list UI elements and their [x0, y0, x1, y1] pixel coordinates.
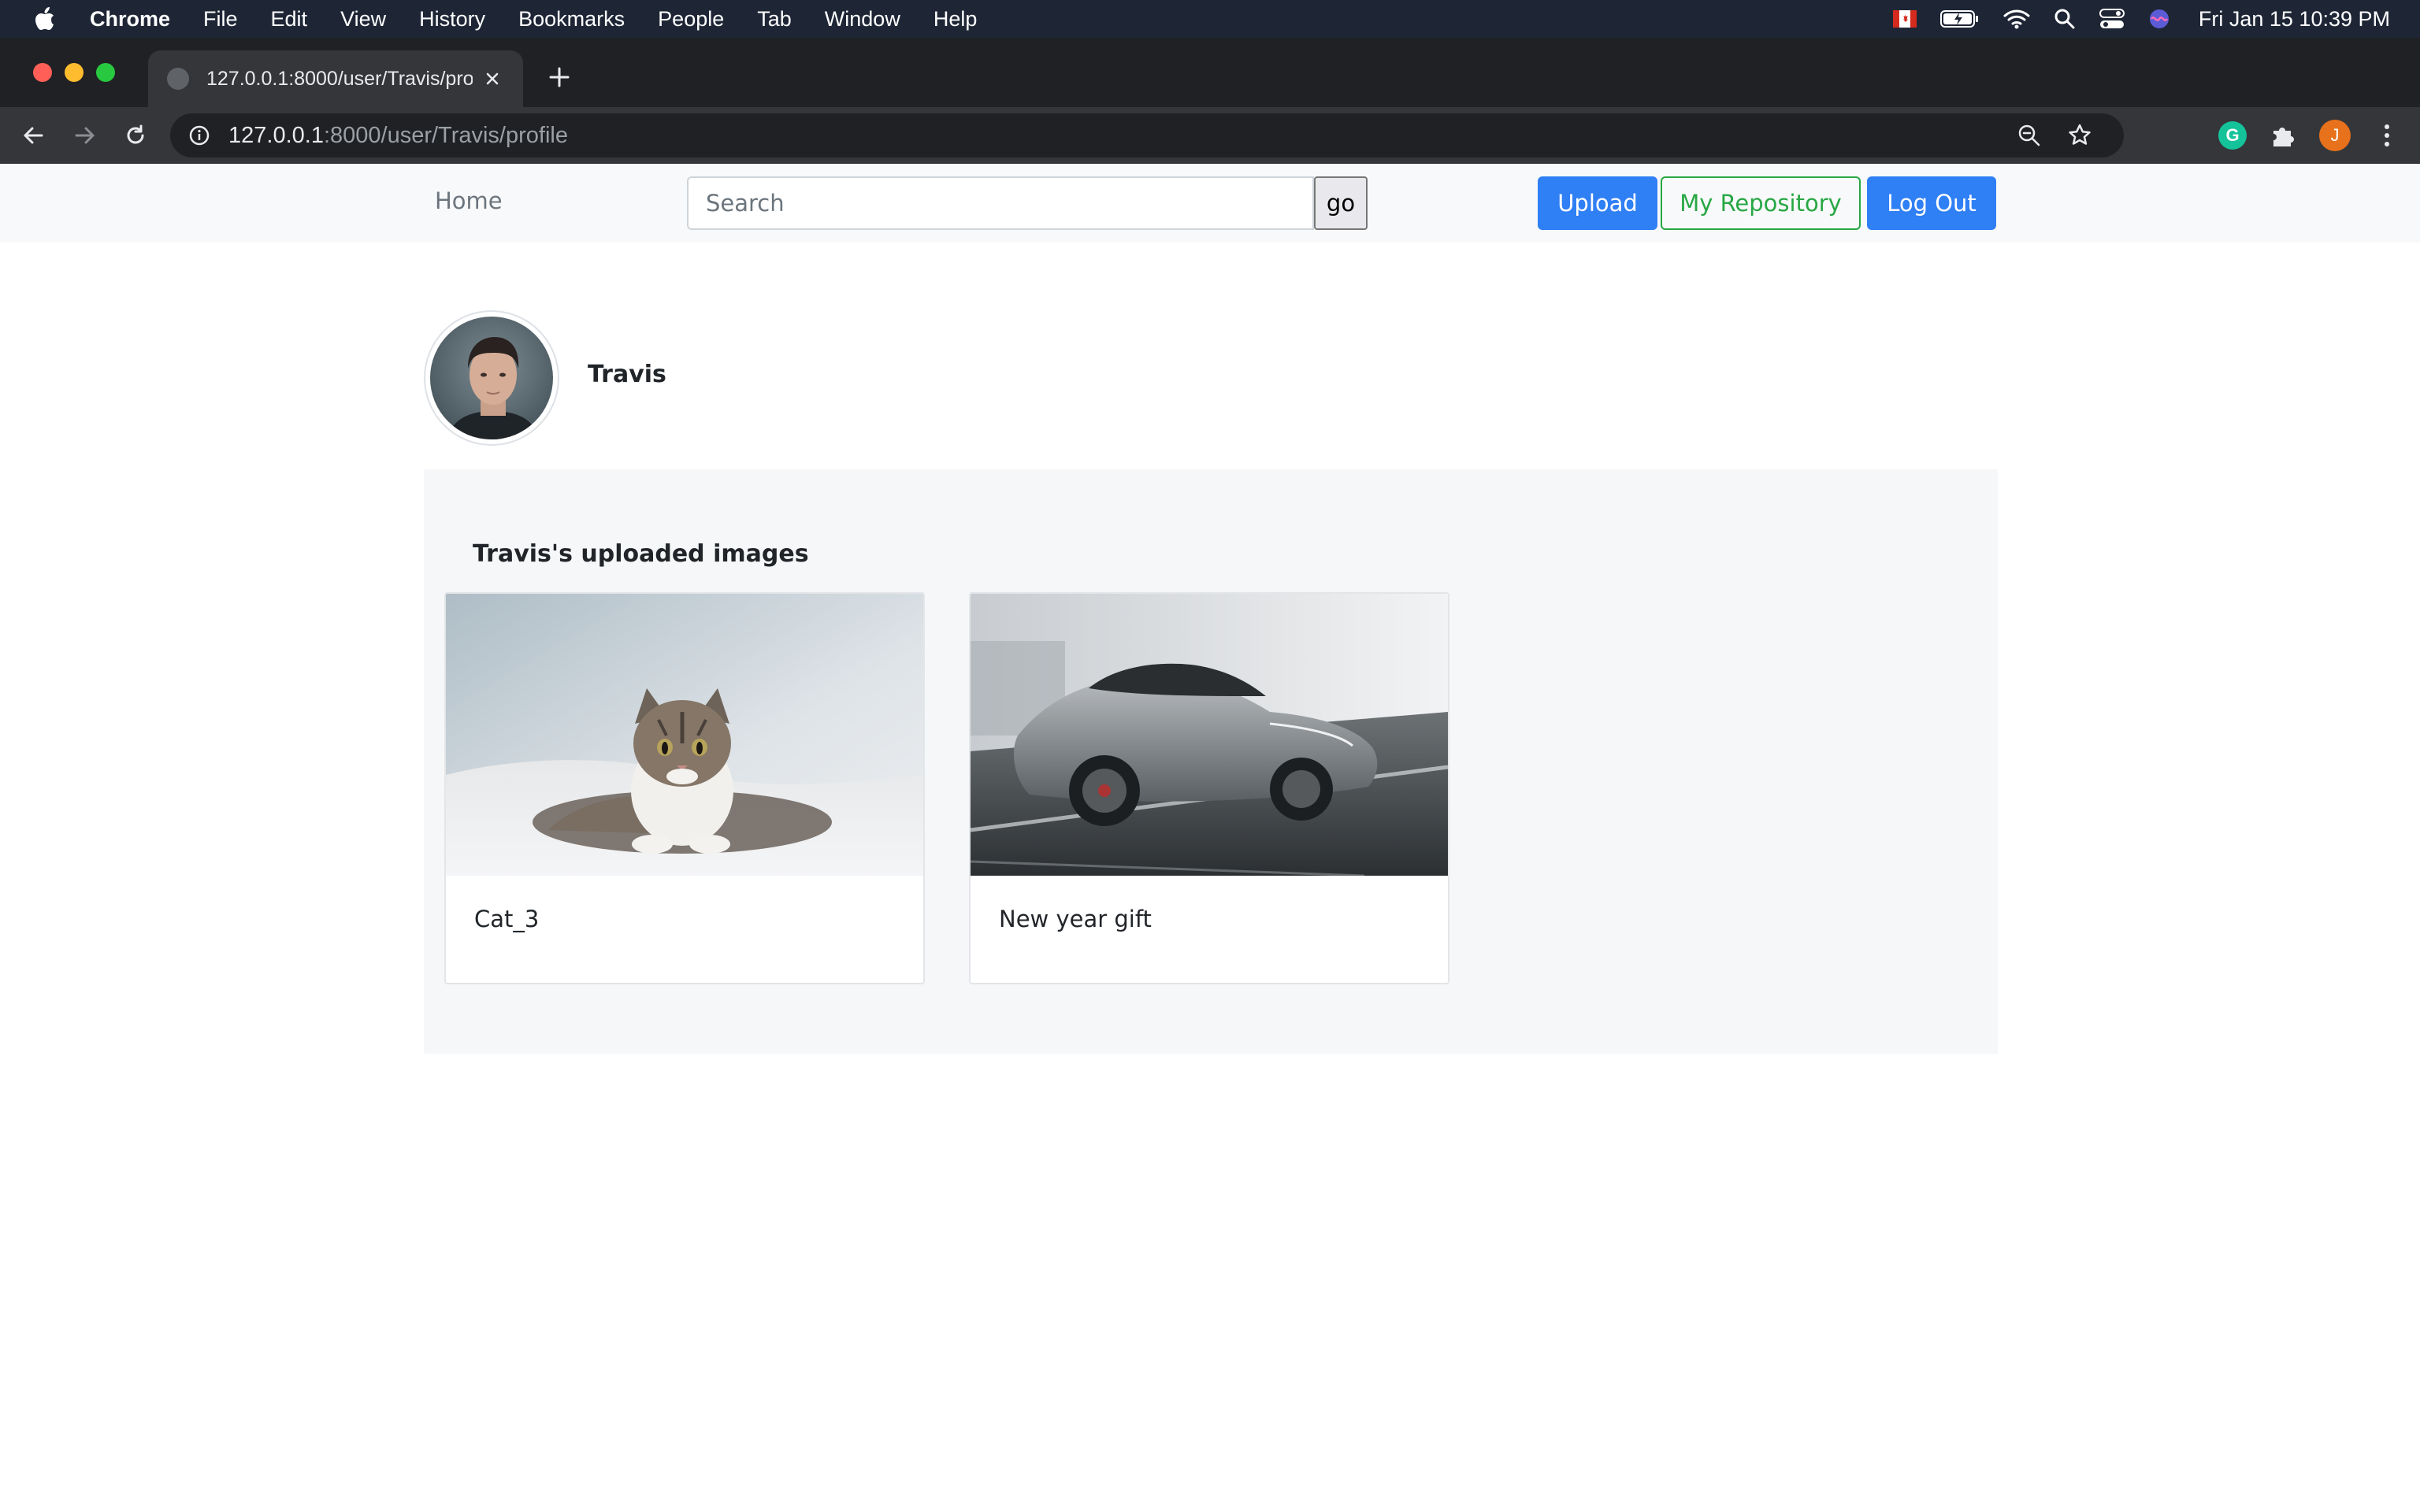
- site-info-icon[interactable]: [187, 124, 211, 147]
- image-card[interactable]: Cat_3: [444, 592, 925, 984]
- search-go-button[interactable]: go: [1314, 176, 1368, 230]
- menu-tab[interactable]: Tab: [757, 7, 792, 32]
- wifi-icon[interactable]: [2003, 9, 2030, 29]
- control-center-icon[interactable]: [2099, 9, 2125, 29]
- spotlight-search-icon[interactable]: [2054, 8, 2076, 30]
- profile-username: Travis: [588, 361, 666, 388]
- search-input[interactable]: [687, 176, 1314, 230]
- image-card-title[interactable]: New year gift: [999, 906, 1152, 932]
- tab-title: 127.0.0.1:8000/user/Travis/profile: [206, 67, 473, 90]
- menu-app-chrome[interactable]: Chrome: [90, 7, 170, 32]
- macos-menu-bar: Chrome File Edit View History Bookmarks …: [0, 0, 2420, 38]
- chrome-menu-kebab-icon[interactable]: [2373, 121, 2401, 150]
- uploaded-images-section: Travis's uploaded images Cat_3 New year …: [424, 469, 1998, 1054]
- url-text[interactable]: 127.0.0.1:8000/user/Travis/profile: [228, 123, 568, 149]
- globe-icon: [167, 68, 189, 90]
- window-minimize-button[interactable]: [65, 63, 84, 82]
- menu-window[interactable]: Window: [825, 7, 900, 32]
- menu-file[interactable]: File: [203, 7, 238, 32]
- battery-icon[interactable]: [1939, 9, 1980, 28]
- profile-photo: [430, 317, 553, 439]
- extensions-puzzle-icon[interactable]: [2269, 121, 2297, 150]
- menu-help[interactable]: Help: [933, 7, 978, 32]
- image-card[interactable]: New year gift: [969, 592, 1449, 984]
- nav-home-link[interactable]: Home: [435, 187, 503, 214]
- profile-avatar: [424, 310, 559, 446]
- car-image[interactable]: [971, 594, 1448, 876]
- my-repository-button[interactable]: My Repository: [1661, 176, 1861, 230]
- back-arrow-icon[interactable]: [19, 121, 47, 150]
- window-close-button[interactable]: [33, 63, 52, 82]
- menu-history[interactable]: History: [419, 7, 485, 32]
- address-bar[interactable]: 127.0.0.1:8000/user/Travis/profile: [170, 113, 2124, 158]
- site-navbar: Home go Upload My Repository Log Out: [0, 164, 2420, 243]
- screen: Chrome File Edit View History Bookmarks …: [0, 0, 2420, 1512]
- canada-flag-icon[interactable]: [1892, 10, 1917, 28]
- log-out-button[interactable]: Log Out: [1867, 176, 1996, 230]
- window-zoom-button[interactable]: [96, 63, 115, 82]
- forward-arrow-icon[interactable]: [71, 121, 99, 150]
- cat-image[interactable]: [446, 594, 923, 876]
- chrome-profile-avatar[interactable]: J: [2319, 120, 2351, 151]
- menu-bar-clock[interactable]: Fri Jan 15 10:39 PM: [2199, 7, 2390, 32]
- siri-icon[interactable]: [2148, 8, 2170, 30]
- reload-icon[interactable]: [121, 121, 150, 150]
- menu-bookmarks[interactable]: Bookmarks: [518, 7, 625, 32]
- bookmark-star-icon[interactable]: [2067, 123, 2092, 148]
- new-tab-plus-icon[interactable]: [544, 61, 575, 93]
- browser-tab-strip: 127.0.0.1:8000/user/Travis/profile: [0, 38, 2420, 107]
- gallery-title: Travis's uploaded images: [473, 540, 809, 568]
- browser-tab-active[interactable]: 127.0.0.1:8000/user/Travis/profile: [148, 50, 523, 107]
- zoom-icon[interactable]: [2017, 123, 2042, 148]
- tab-close-icon[interactable]: [481, 67, 504, 91]
- menu-view[interactable]: View: [340, 7, 386, 32]
- image-card-title[interactable]: Cat_3: [474, 906, 539, 932]
- menu-edit[interactable]: Edit: [271, 7, 308, 32]
- upload-button[interactable]: Upload: [1538, 176, 1657, 230]
- apple-menu-icon[interactable]: [32, 6, 58, 32]
- browser-toolbar: 127.0.0.1:8000/user/Travis/profile G J: [0, 107, 2420, 164]
- grammarly-extension-icon[interactable]: G: [2218, 121, 2247, 150]
- url-host: 127.0.0.1: [228, 122, 324, 148]
- menu-people[interactable]: People: [658, 7, 724, 32]
- status-area: Fri Jan 15 10:39 PM: [1869, 0, 2420, 38]
- url-path: :8000/user/Travis/profile: [323, 122, 568, 148]
